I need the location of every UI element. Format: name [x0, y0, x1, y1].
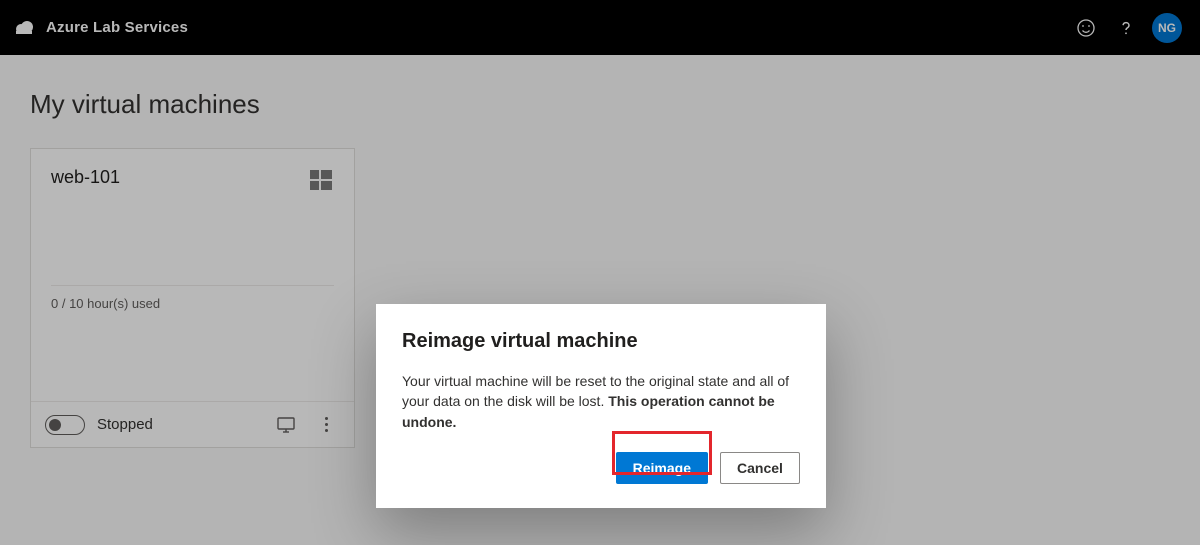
dialog-body: Your virtual machine will be reset to th…	[402, 371, 800, 432]
reimage-dialog: Reimage virtual machine Your virtual mac…	[376, 304, 826, 508]
reimage-button[interactable]: Reimage	[616, 452, 708, 484]
dialog-title: Reimage virtual machine	[402, 330, 800, 353]
cancel-button[interactable]: Cancel	[720, 452, 800, 484]
